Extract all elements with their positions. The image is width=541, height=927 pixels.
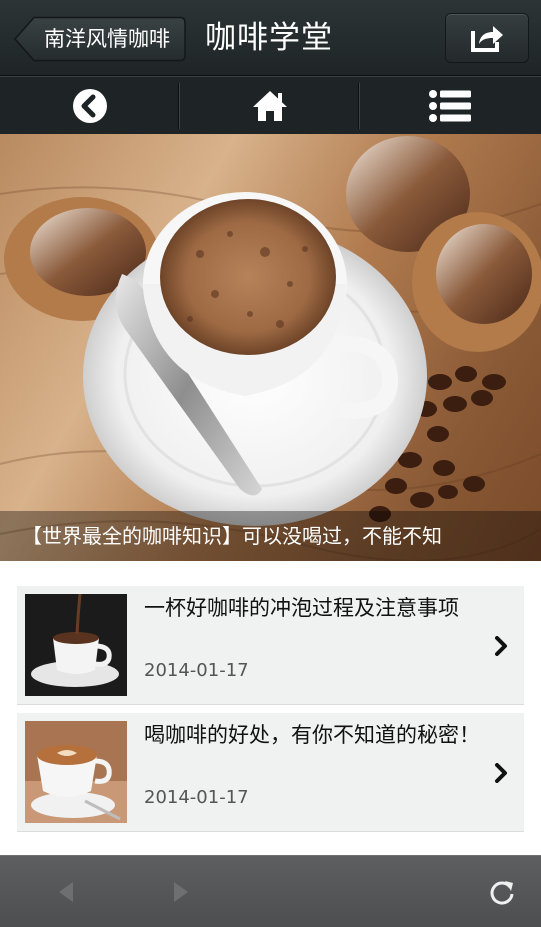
browser-back-icon bbox=[59, 881, 73, 902]
nav-back-button[interactable] bbox=[0, 77, 180, 134]
home-icon bbox=[253, 90, 287, 121]
browser-forward-icon bbox=[174, 881, 188, 902]
article-title: 喝咖啡的好处，有你不知道的秘密！ bbox=[144, 723, 480, 747]
top-header: 南洋风情咖啡 咖啡学堂 bbox=[0, 0, 541, 76]
article-thumbnail bbox=[25, 721, 127, 823]
nav-bar bbox=[0, 76, 541, 134]
browser-forward-button[interactable] bbox=[155, 856, 207, 927]
chevron-right-icon bbox=[495, 636, 507, 656]
nav-home-button[interactable] bbox=[180, 77, 360, 134]
share-icon bbox=[471, 26, 503, 52]
article-list: 一杯好咖啡的冲泡过程及注意事项 2014-01-17 喝咖啡的好处，有你不知道的… bbox=[0, 561, 541, 855]
chevron-right-icon bbox=[495, 763, 507, 783]
browser-back-button[interactable] bbox=[40, 856, 92, 927]
banner-image[interactable]: 【世界最全的咖啡知识】可以没喝过，不能不知 bbox=[0, 134, 541, 561]
refresh-button[interactable] bbox=[476, 856, 528, 927]
article-thumbnail bbox=[25, 594, 127, 696]
nav-menu-button[interactable] bbox=[360, 77, 540, 134]
banner-caption: 【世界最全的咖啡知识】可以没喝过，不能不知 bbox=[0, 511, 541, 561]
menu-list-icon bbox=[429, 89, 471, 122]
coffee-cup-photo bbox=[0, 136, 541, 561]
back-circle-icon bbox=[73, 88, 107, 123]
page-title: 咖啡学堂 bbox=[205, 20, 333, 56]
list-item[interactable]: 一杯好咖啡的冲泡过程及注意事项 2014-01-17 bbox=[17, 586, 524, 705]
back-button-label: 南洋风情咖啡 bbox=[44, 27, 170, 51]
article-date: 2014-01-17 bbox=[144, 787, 249, 808]
refresh-icon bbox=[490, 880, 514, 905]
browser-toolbar bbox=[0, 855, 541, 927]
back-button[interactable]: 南洋风情咖啡 bbox=[14, 16, 186, 62]
share-button[interactable] bbox=[445, 13, 529, 63]
article-title: 一杯好咖啡的冲泡过程及注意事项 bbox=[144, 596, 459, 620]
article-date: 2014-01-17 bbox=[144, 660, 249, 681]
list-item[interactable]: 喝咖啡的好处，有你不知道的秘密！ 2014-01-17 bbox=[17, 713, 524, 832]
